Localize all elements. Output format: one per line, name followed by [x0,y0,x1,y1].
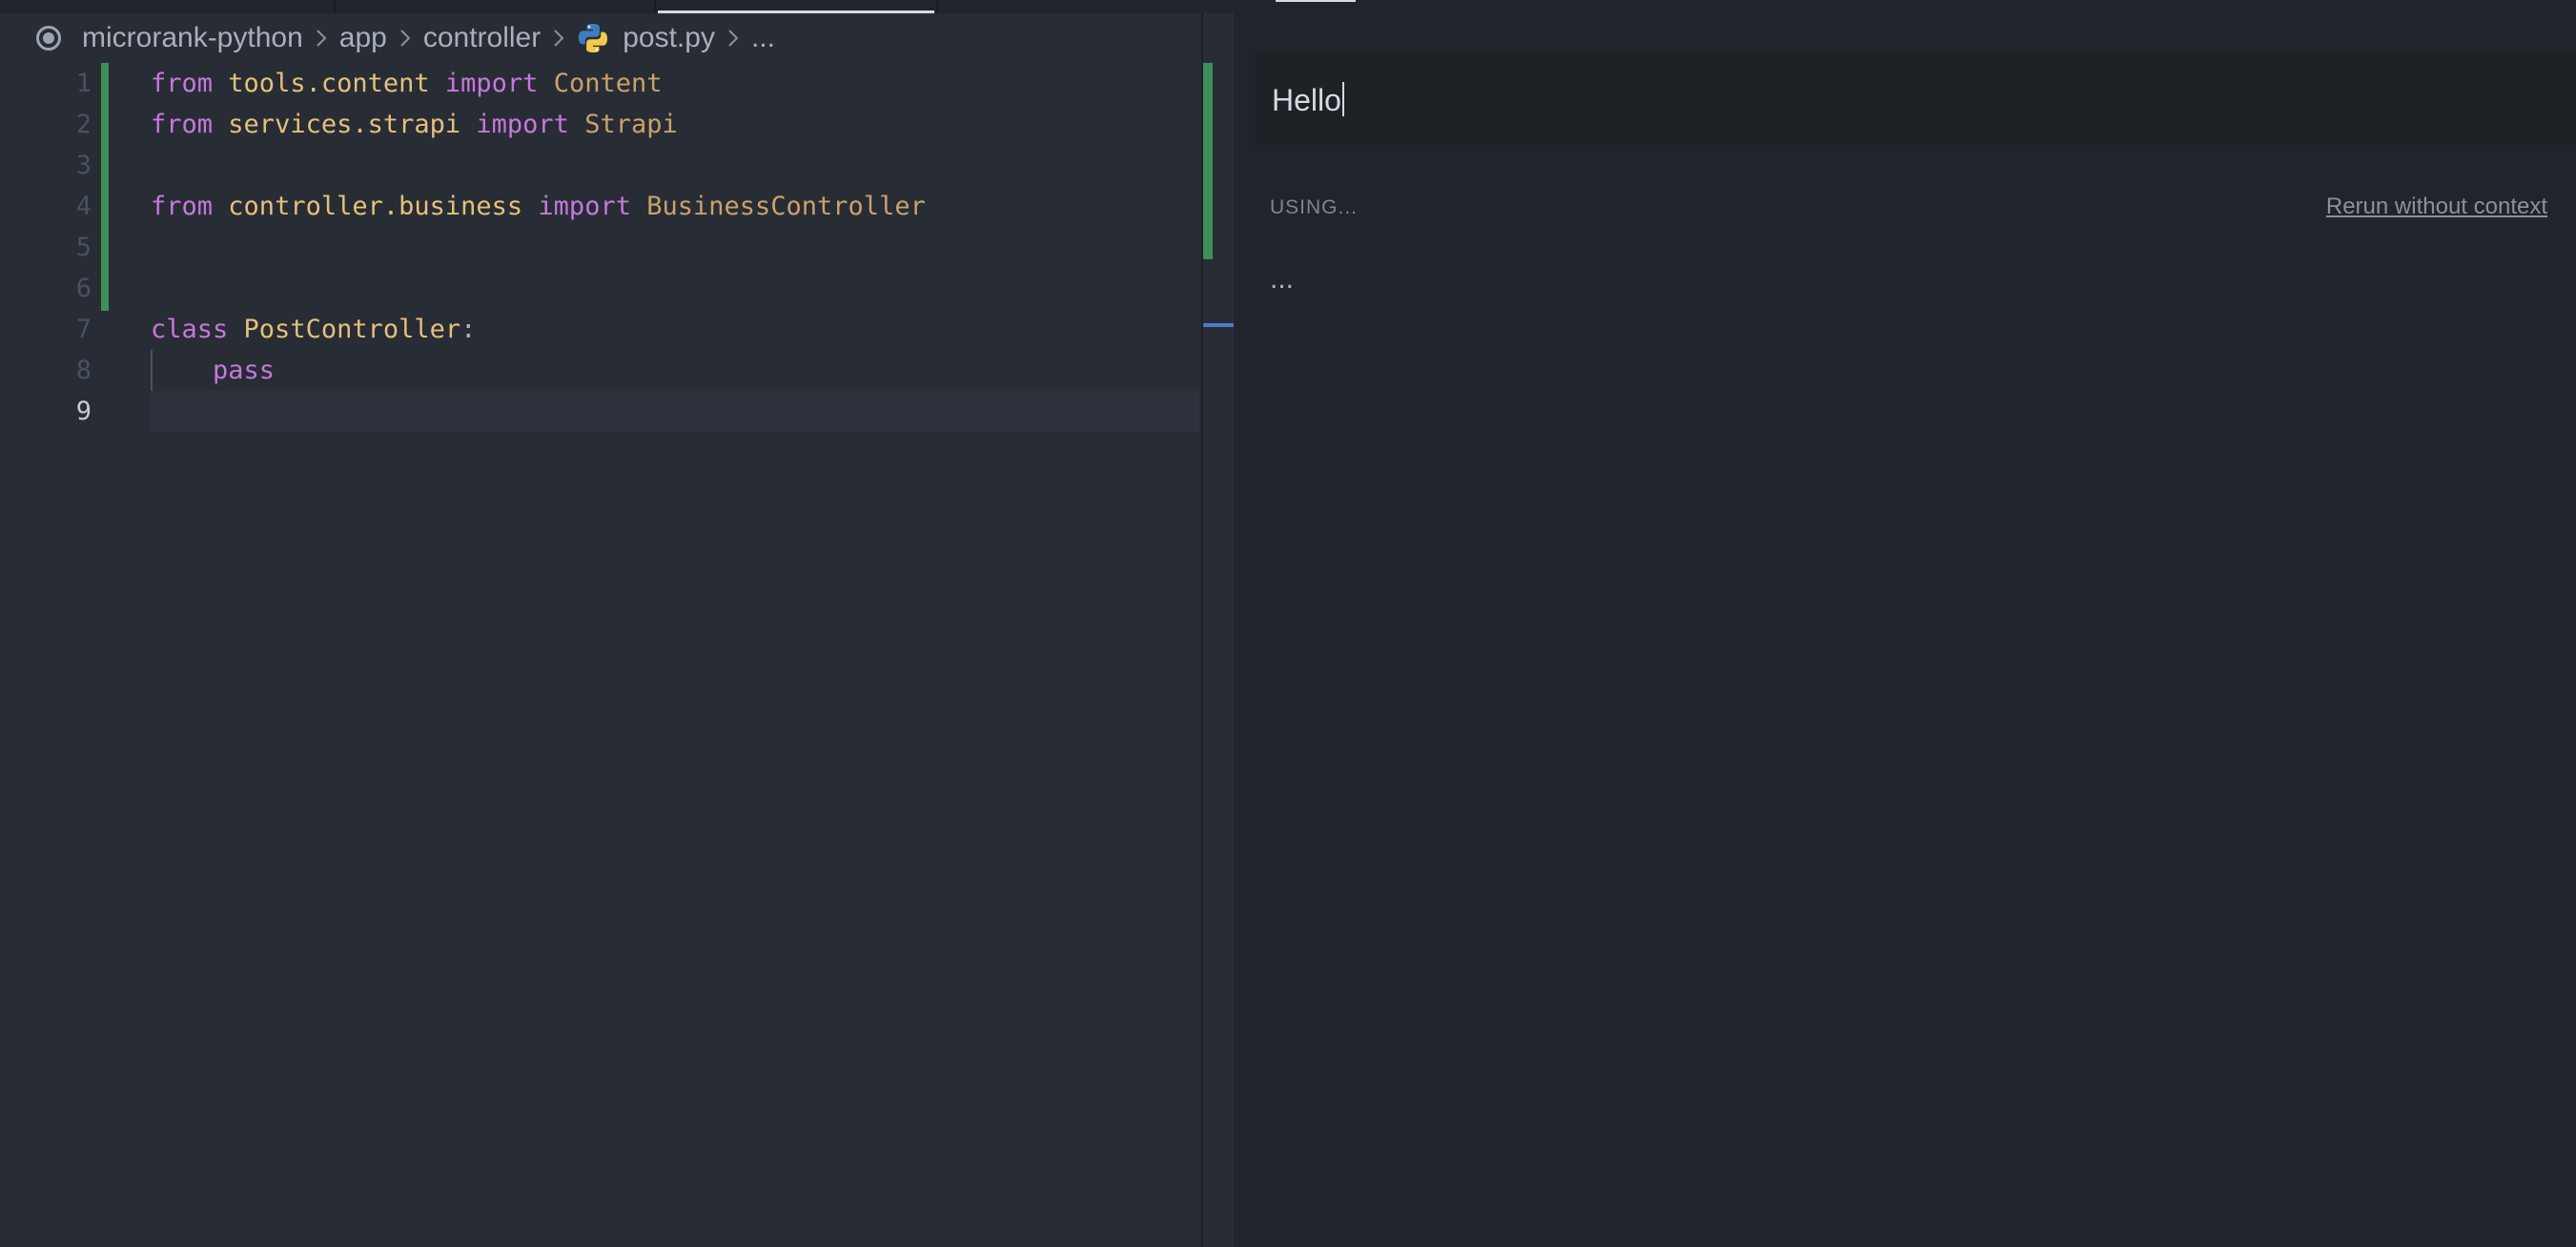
response-loading-text: ... [1270,263,1295,295]
code-token: tools.content [228,69,430,98]
chat-panel: Hello USING... Rerun without context ... [1234,0,2576,1247]
code-line[interactable]: from services.strapi import Strapi [151,104,1199,145]
line-number: 3 [75,151,92,180]
code-token: from [151,110,214,139]
context-status-label: USING... [1270,196,1359,218]
prompt-input-text[interactable]: Hello [1272,82,1344,118]
line-number: 2 [75,110,92,139]
code-line[interactable] [151,268,1199,309]
code-token: class [151,315,229,344]
code-token: from [151,69,214,98]
circle-dot-icon [36,26,61,51]
code-line[interactable]: class PostController: [151,309,1199,350]
code-token: from [151,192,214,221]
editor-pane: microrank-python app controller post.py [0,0,1234,1247]
code-token: BusinessController [646,192,926,221]
tab-divider [936,0,938,13]
line-number: 6 [75,274,92,303]
chevron-right-icon [309,28,334,49]
chevron-right-icon [721,28,746,49]
code-token: controller.business [228,192,523,221]
chevron-right-icon [546,28,571,49]
breadcrumb-item-controller[interactable]: controller [423,22,541,54]
scrollbar-cursor-marker [1203,323,1234,327]
code-token: Strapi [584,110,678,139]
breadcrumb-item-symbols[interactable]: ... [751,22,775,54]
rerun-without-context-link[interactable]: Rerun without context [2326,194,2547,220]
line-number: 9 [75,397,92,426]
line-number: 5 [75,233,92,262]
active-tab-indicator [658,10,934,13]
prompt-value: Hello [1272,83,1341,117]
breadcrumb-item-file[interactable]: post.py [623,22,715,54]
breadcrumb-item-app[interactable]: app [339,22,387,54]
code-token: import [476,110,569,139]
code-token: : [460,315,477,344]
added-lines-gutter-marker [101,63,109,311]
tab-divider [654,0,656,13]
code-token: Content [553,69,663,98]
chat-tab-indicator [1276,0,1356,2]
line-number: 4 [75,192,92,221]
code-line[interactable] [151,227,1199,268]
code-line[interactable]: from tools.content import Content [151,63,1199,104]
python-icon [579,24,608,52]
code-token: import [444,69,539,98]
app-window: microrank-python app controller post.py [0,0,2576,1247]
scrollbar-added-marker [1203,63,1213,259]
code-line[interactable]: pass [151,350,1199,391]
tab-divider [334,0,336,13]
code-line[interactable]: from controller.business import Business… [151,186,1199,227]
code-line[interactable] [151,145,1199,186]
breadcrumb-item-project[interactable]: microrank-python [82,22,303,54]
code-token: services.strapi [228,110,461,139]
chevron-right-icon [393,28,418,49]
line-number: 7 [75,315,92,344]
text-caret [1341,82,1344,116]
code-token: PostController [243,315,461,344]
line-number-gutter: 1 2 3 4 5 6 7 8 9 [0,63,93,432]
code-line[interactable] [151,391,1199,432]
breadcrumb: microrank-python app controller post.py [36,17,775,59]
code-editor[interactable]: from tools.content import Content from se… [151,63,1199,432]
line-number: 1 [75,69,92,98]
code-token: import [538,192,631,221]
code-token: pass [213,356,276,385]
prompt-input[interactable] [1255,51,2576,151]
line-number: 8 [75,356,92,385]
tab-strip [0,0,1234,13]
indent-guide [151,350,153,391]
